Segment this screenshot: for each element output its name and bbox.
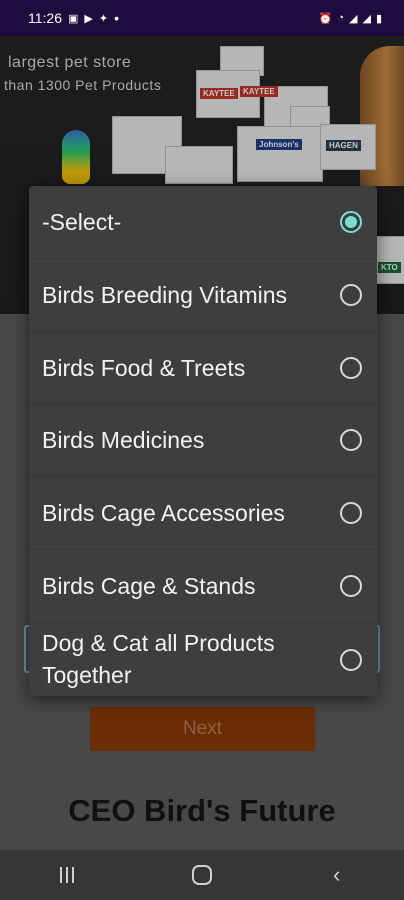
signal-icon: ◢ (349, 12, 358, 25)
twitter-icon: ✦ (98, 12, 109, 25)
option-label: Birds Cage Accessories (42, 500, 285, 527)
brand-label: KAYTEE (240, 86, 278, 97)
battery-icon: ▮ (375, 12, 382, 25)
back-button[interactable]: ‹ (307, 855, 367, 895)
gallery-icon: ▣ (68, 12, 79, 25)
banner-line-1: largest pet store (8, 54, 132, 71)
system-nav-bar: ‹ (0, 850, 404, 900)
home-button[interactable] (172, 855, 232, 895)
wifi-icon: ◔ (337, 12, 344, 24)
brand-label: HAGEN (326, 140, 361, 151)
brand-label: KTO (378, 262, 401, 273)
option-select[interactable]: -Select- (29, 186, 377, 259)
product-box (237, 126, 323, 182)
home-icon (191, 865, 212, 885)
option-dog-cat-products[interactable]: Dog & Cat all Products Together (29, 623, 377, 696)
option-label: Birds Food & Treets (42, 354, 246, 381)
youtube-icon: ▶ (84, 12, 93, 25)
option-birds-cage-accessories[interactable]: Birds Cage Accessories (29, 477, 377, 551)
status-time: 11:26 (28, 10, 62, 26)
option-birds-cage-stands[interactable]: Birds Cage & Stands (29, 550, 377, 624)
product-box (165, 146, 233, 184)
option-birds-medicines[interactable]: Birds Medicines (29, 405, 377, 478)
status-bar: 11:26 ▣ ▶ ✦ • ⏰ ◔ ◢ ◢ ▮ (0, 0, 404, 36)
signal-icon: ◢ (362, 12, 371, 25)
radio-unchecked-icon[interactable] (340, 648, 362, 671)
option-birds-breeding-vitamins[interactable]: Birds Breeding Vitamins (29, 259, 377, 332)
option-label: Dog & Cat all Products Together (42, 630, 275, 688)
radio-unchecked-icon[interactable] (340, 283, 362, 306)
radio-checked-icon[interactable] (340, 210, 362, 233)
footer-title: CEO Bird's Future (68, 793, 336, 828)
notification-dot: • (114, 10, 119, 26)
status-right: ⏰ ◔ ◢ ◢ ▮ (319, 12, 382, 25)
radio-unchecked-icon[interactable] (340, 575, 362, 598)
option-label: Birds Cage & Stands (42, 573, 256, 600)
option-label: Birds Breeding Vitamins (42, 281, 288, 308)
radio-unchecked-icon[interactable] (340, 356, 362, 379)
option-label: -Select- (42, 208, 122, 235)
recents-icon (60, 867, 75, 883)
back-icon: ‹ (332, 862, 341, 887)
option-birds-food-treets[interactable]: Birds Food & Treets (29, 332, 377, 405)
banner-line-2: than 1300 Pet Products (4, 77, 162, 93)
option-label: Birds Medicines (42, 427, 205, 454)
alarm-icon: ⏰ (318, 12, 333, 25)
category-dialog: -Select- Birds Breeding Vitamins Birds F… (29, 186, 377, 696)
brand-label: KAYTEE (200, 88, 238, 99)
app-screen: 11:26 ▣ ▶ ✦ • ⏰ ◔ ◢ ◢ ▮ largest pet stor… (0, 0, 404, 900)
next-button[interactable]: Next (90, 707, 315, 751)
parrot-image (62, 130, 90, 184)
brand-label: Johnson's (256, 139, 302, 150)
status-left: 11:26 ▣ ▶ ✦ • (28, 10, 119, 26)
recents-button[interactable] (37, 855, 97, 895)
